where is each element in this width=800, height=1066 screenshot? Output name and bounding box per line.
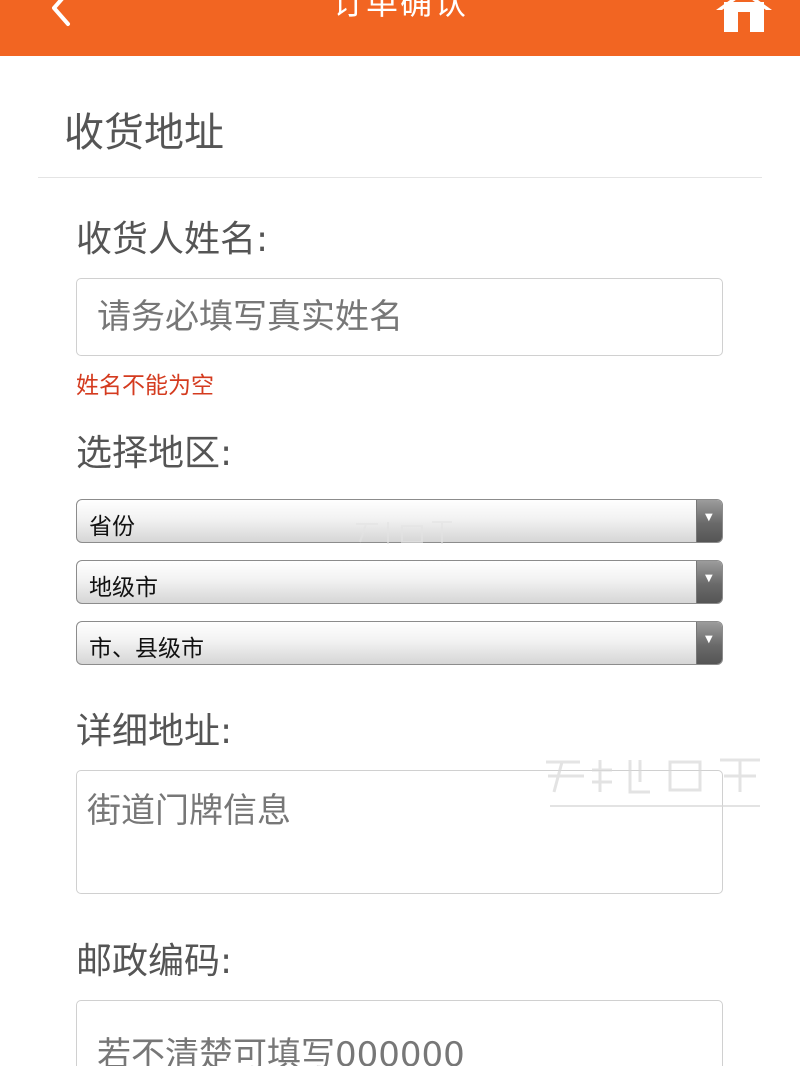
caret-down-icon: ▼ xyxy=(705,634,713,645)
county-select[interactable]: 市、县级市 ▼ xyxy=(76,621,723,665)
name-input[interactable] xyxy=(76,278,723,356)
county-select-arrow[interactable]: ▼ xyxy=(696,622,722,664)
county-select-value: 市、县级市 xyxy=(89,636,204,662)
caret-down-icon: ▼ xyxy=(705,512,713,523)
region-label: 选择地区: xyxy=(76,433,233,474)
address-label: 详细地址: xyxy=(76,711,233,752)
province-select-value: 省份 xyxy=(89,514,135,540)
caret-down-icon: ▼ xyxy=(705,573,713,584)
city-select[interactable]: 地级市 ▼ xyxy=(76,560,723,604)
name-error-message: 姓名不能为空 xyxy=(76,373,214,399)
section-title: 收货地址 xyxy=(64,110,224,156)
divider xyxy=(38,177,762,178)
home-icon xyxy=(716,0,772,32)
top-bar: 订单确认 xyxy=(0,0,800,56)
postcode-input[interactable] xyxy=(76,1000,723,1066)
city-select-value: 地级市 xyxy=(89,575,158,601)
home-button[interactable] xyxy=(712,0,776,32)
postcode-label: 邮政编码: xyxy=(76,941,233,982)
province-select[interactable]: 省份 ▼ xyxy=(76,499,723,543)
page-title: 订单确认 xyxy=(331,0,468,22)
address-textarea[interactable] xyxy=(76,770,723,894)
city-select-arrow[interactable]: ▼ xyxy=(696,561,722,603)
name-label: 收货人姓名: xyxy=(76,219,269,260)
province-select-arrow[interactable]: ▼ xyxy=(696,500,722,542)
